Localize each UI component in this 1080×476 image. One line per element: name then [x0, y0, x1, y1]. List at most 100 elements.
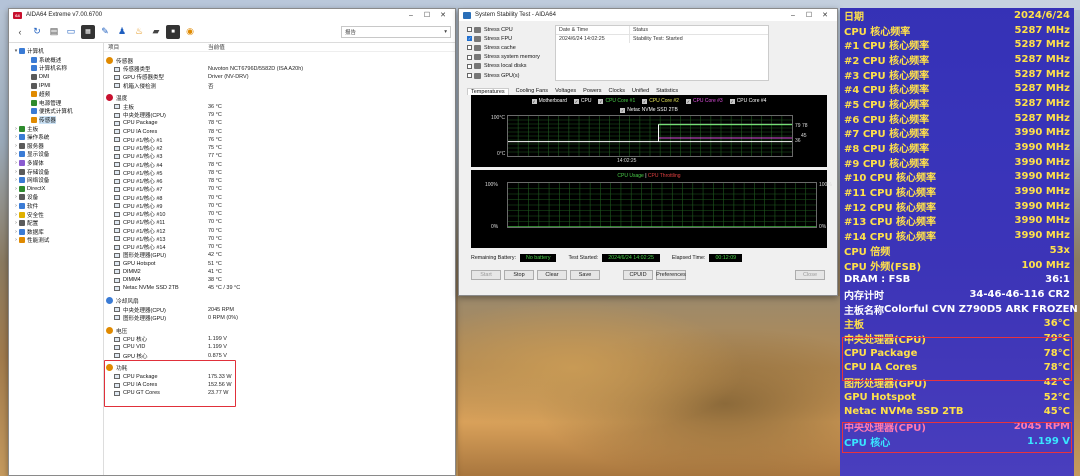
table-row[interactable]: CPU VID 1.199 V	[104, 343, 455, 351]
tree-item[interactable]: › 数据库	[9, 227, 103, 236]
legend-item[interactable]: ✓ Motherboard	[531, 98, 567, 104]
table-row[interactable]: 中央处理器(CPU) 2045 RPM	[104, 306, 455, 314]
legend-item[interactable]: ✓ CPU	[573, 98, 591, 104]
table-row[interactable]: 传感器类型 Nuvoton NCT6796D/5582D (ISA A20h)	[104, 65, 455, 73]
table-row[interactable]: CPU #1/核心 #7 70 °C	[104, 185, 455, 193]
preferences-button[interactable]: Preferences	[656, 270, 686, 280]
tab-powers[interactable]: Powers	[583, 88, 601, 94]
cpuid-button[interactable]: CPUID	[623, 270, 653, 280]
maximize-icon[interactable]: ☐	[801, 11, 817, 19]
back-icon[interactable]: ‹	[13, 25, 27, 39]
start-button[interactable]: Start	[471, 270, 501, 280]
table-row[interactable]: CPU 核心 1.199 V	[104, 335, 455, 343]
close-button[interactable]: Close	[795, 270, 825, 280]
stress-checkbox[interactable]	[467, 45, 472, 51]
stress-option[interactable]: Stress GPU(s)	[467, 71, 549, 80]
minimize-icon[interactable]: –	[403, 12, 419, 19]
tab-cooling-fans[interactable]: Cooling Fans	[516, 88, 548, 94]
tree-item[interactable]: ▾ 计算机	[9, 47, 103, 56]
table-row[interactable]: CPU Package 78 °C	[104, 119, 455, 127]
table-row[interactable]: Netac NVMe SSD 2TB 45 °C / 39 °C	[104, 284, 455, 292]
table-row[interactable]: DIMM2 41 °C	[104, 268, 455, 276]
tree-item[interactable]: DMI	[9, 73, 103, 82]
table-row[interactable]: 主板 36 °C	[104, 103, 455, 111]
tree-item[interactable]: 系统概述	[9, 56, 103, 65]
wrench-icon[interactable]: ✎	[98, 25, 112, 39]
tree-item[interactable]: › 性能测试	[9, 236, 103, 245]
table-row[interactable]: CPU #1/核心 #1 76 °C	[104, 136, 455, 144]
table-row[interactable]: 机箱入侵检测 否	[104, 82, 455, 90]
tree-item[interactable]: › DirectX	[9, 185, 103, 194]
table-row[interactable]: 图形处理器(GPU) 42 °C	[104, 251, 455, 259]
chip-icon[interactable]: ▦	[81, 24, 95, 39]
tree-item[interactable]: 传感器	[9, 116, 103, 125]
column-item[interactable]: 项目	[104, 43, 208, 51]
table-row[interactable]: GPU Hotspot 51 °C	[104, 260, 455, 268]
table-row[interactable]: CPU #1/核心 #2 75 °C	[104, 144, 455, 152]
report-button[interactable]: 报告 ▾	[341, 25, 451, 38]
legend-checkbox[interactable]: ✓	[642, 98, 648, 104]
stress-checkbox[interactable]	[467, 63, 472, 69]
table-row[interactable]: GPU 传感器类型 Driver (NV-DRV)	[104, 73, 455, 81]
stop-button[interactable]: Stop	[504, 270, 534, 280]
tree-item[interactable]: › 设备	[9, 193, 103, 202]
table-row[interactable]: 中央处理器(CPU) 79 °C	[104, 111, 455, 119]
tree-item[interactable]: › 安全性	[9, 210, 103, 219]
table-row[interactable]: CPU #1/核心 #14 70 °C	[104, 243, 455, 251]
tree-item[interactable]: IPMI	[9, 81, 103, 90]
legend-checkbox[interactable]: ✓	[531, 98, 537, 104]
stress-checkbox[interactable]	[467, 54, 472, 60]
stress-option[interactable]: Stress system memory	[467, 53, 549, 62]
tree-item[interactable]: › 主板	[9, 124, 103, 133]
stress-option[interactable]: Stress cache	[467, 43, 549, 52]
report-icon[interactable]: ▤	[47, 25, 61, 39]
table-row[interactable]: GPU 核心 0.875 V	[104, 352, 455, 360]
tree-item[interactable]: 超频	[9, 90, 103, 99]
tree-item[interactable]: › 配置	[9, 219, 103, 228]
column-value[interactable]: 当前值	[208, 43, 225, 51]
table-row[interactable]: DIMM4 38 °C	[104, 276, 455, 284]
legend-checkbox[interactable]: ✓	[598, 98, 604, 104]
tree-item[interactable]: 电源管理	[9, 99, 103, 108]
table-row[interactable]: CPU #1/核心 #11 70 °C	[104, 218, 455, 226]
legend-checkbox[interactable]: ✓	[685, 98, 691, 104]
tree-item[interactable]: › 服务器	[9, 142, 103, 151]
tab-unified[interactable]: Unified	[632, 88, 649, 94]
clear-button[interactable]: Clear	[537, 270, 567, 280]
save-button[interactable]: Save	[570, 270, 600, 280]
tree-item[interactable]: › 存储设备	[9, 167, 103, 176]
flame-icon[interactable]: ♨	[132, 25, 146, 39]
table-row[interactable]: 图形处理器(GPU) 0 RPM (0%)	[104, 314, 455, 322]
user-icon[interactable]: ♟	[115, 25, 129, 39]
close-icon[interactable]: ✕	[435, 11, 451, 19]
stress-checkbox[interactable]: ✓	[467, 36, 472, 42]
table-row[interactable]: CPU #1/核心 #8 70 °C	[104, 194, 455, 202]
table-row[interactable]: CPU #1/核心 #12 70 °C	[104, 227, 455, 235]
close-icon[interactable]: ✕	[817, 11, 833, 19]
legend-item[interactable]: ✓ Netac NVMe SSD 2TB	[620, 107, 678, 113]
refresh-icon[interactable]: ↻	[30, 25, 44, 39]
table-row[interactable]: CPU #1/核心 #3 77 °C	[104, 152, 455, 160]
stress-checkbox[interactable]	[467, 73, 472, 79]
table-row[interactable]: CPU #1/核心 #10 70 °C	[104, 210, 455, 218]
table-row[interactable]: CPU #1/核心 #4 78 °C	[104, 161, 455, 169]
legend-item[interactable]: ✓ CPU Core #3	[685, 98, 723, 104]
computer-icon[interactable]: ▭	[64, 25, 78, 39]
legend-checkbox[interactable]: ✓	[573, 98, 579, 104]
stress-option[interactable]: Stress CPU	[467, 25, 549, 34]
table-row[interactable]: CPU #1/核心 #5 78 °C	[104, 169, 455, 177]
table-row[interactable]: CPU #1/核心 #6 78 °C	[104, 177, 455, 185]
stress-checkbox[interactable]	[467, 27, 472, 33]
tree-item[interactable]: › 软件	[9, 202, 103, 211]
tab-statistics[interactable]: Statistics	[656, 88, 678, 94]
legend-checkbox[interactable]: ✓	[620, 107, 626, 113]
tab-temperatures[interactable]: Temperatures	[467, 87, 509, 95]
aida-icon[interactable]: ◉	[183, 25, 197, 39]
legend-checkbox[interactable]: ✓	[729, 98, 735, 104]
tree-item[interactable]: › 多媒体	[9, 159, 103, 168]
tree-item[interactable]: › 显示设备	[9, 150, 103, 159]
legend-item[interactable]: ✓ CPU Core #2	[642, 98, 679, 104]
tab-clocks[interactable]: Clocks	[609, 88, 626, 94]
table-row[interactable]: CPU #1/核心 #9 70 °C	[104, 202, 455, 210]
minimize-icon[interactable]: –	[785, 12, 801, 19]
